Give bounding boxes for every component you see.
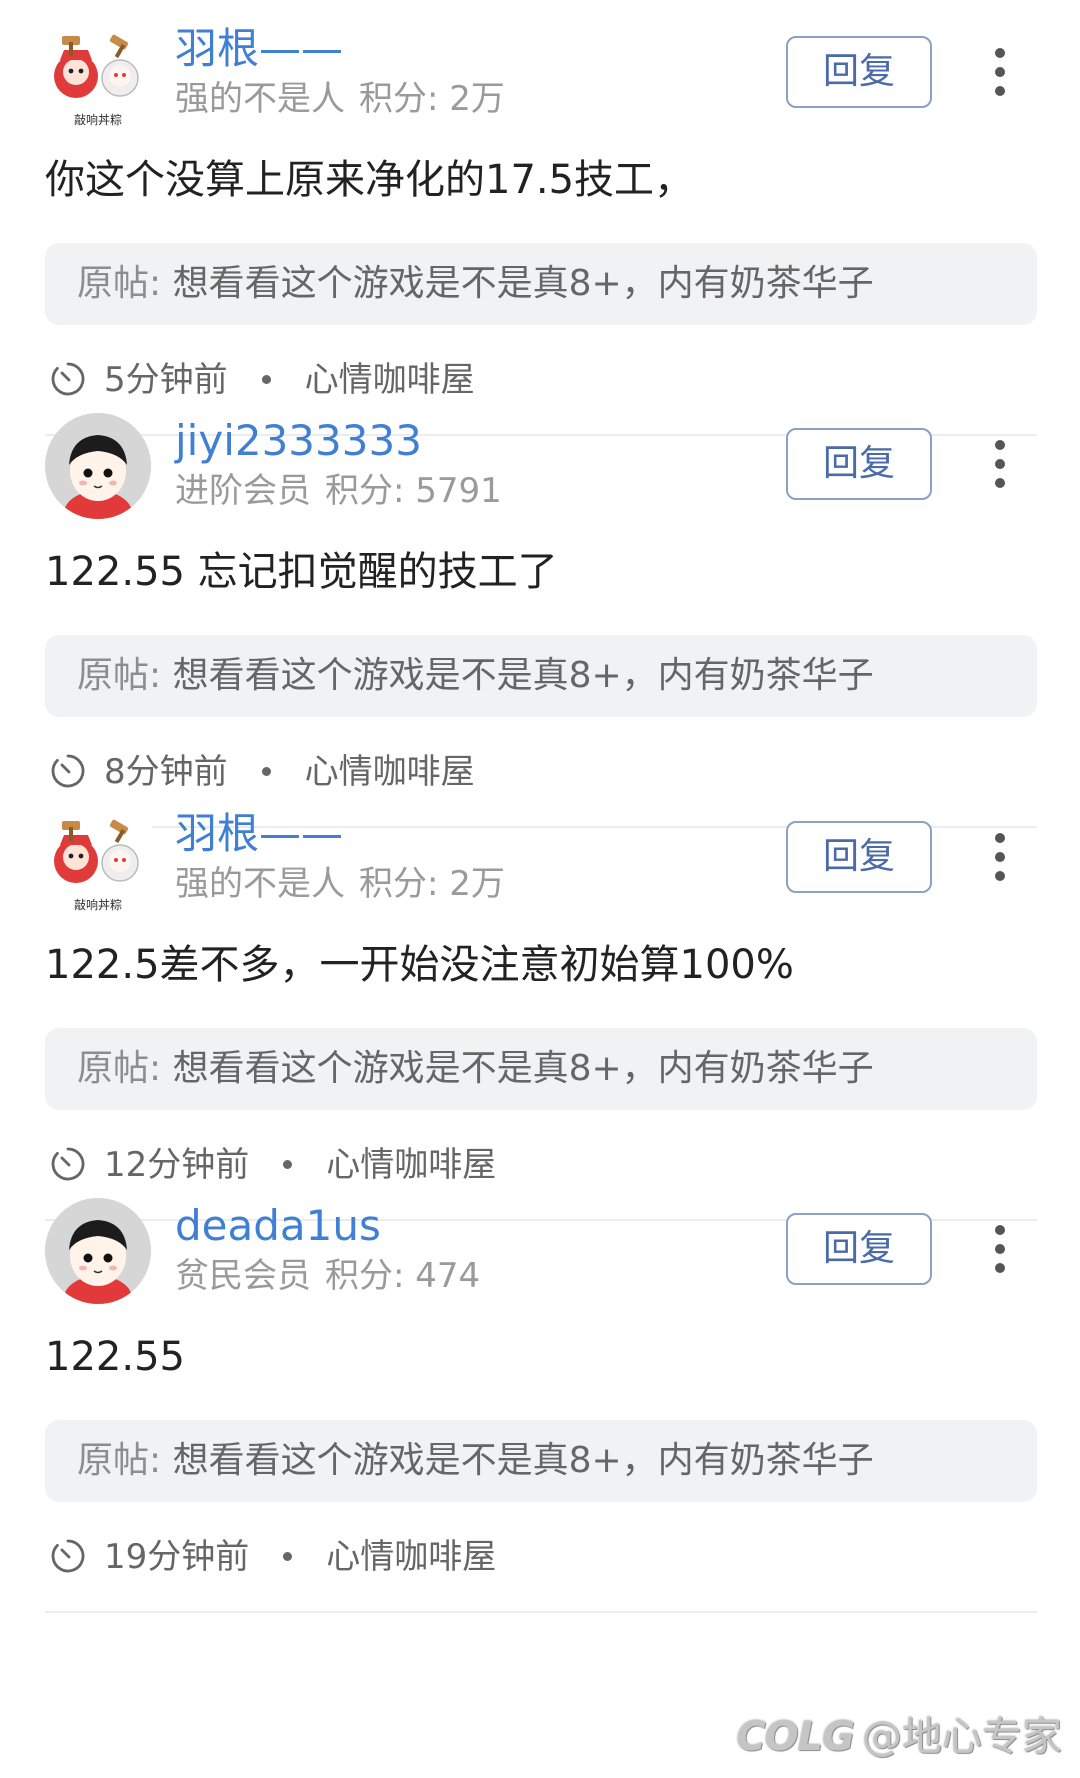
svg-text:敲响丼粽: 敲响丼粽 [74, 112, 122, 127]
quoted-post[interactable]: 原帖: 想看看这个游戏是不是真8+，内有奶茶华子 [45, 1420, 1037, 1502]
avatar-default-face [45, 413, 151, 519]
comment-item: 敲响丼粽 羽根—— 强的不是人 积分: 2万 回复 你这个没算上原来净化的17.5… [0, 0, 1080, 446]
quote-label: 原帖: [77, 1440, 162, 1481]
reply-button[interactable]: 回复 [786, 821, 932, 893]
username[interactable]: 羽根—— [175, 20, 343, 78]
user-score: 积分: 474 [325, 1256, 481, 1296]
post-time: 19分钟前 [104, 1537, 250, 1577]
comment-item: deada1us 贫民会员 积分: 474 回复 122.55 原帖: 想看看这个… [0, 1177, 1080, 1623]
reply-button[interactable]: 回复 [786, 36, 932, 108]
quoted-post[interactable]: 原帖: 想看看这个游戏是不是真8+，内有奶茶华子 [45, 635, 1037, 717]
more-options-icon[interactable] [980, 48, 1020, 96]
board-name[interactable]: 心情咖啡屋 [326, 1537, 496, 1577]
more-options-icon[interactable] [980, 1225, 1020, 1273]
user-meta: 强的不是人 积分: 2万 [175, 76, 505, 122]
comment-text: 122.55 [45, 1334, 185, 1380]
comment-feed: 敲响丼粽 羽根—— 强的不是人 积分: 2万 回复 你这个没算上原来净化的17.5… [0, 0, 1080, 1778]
user-score: 积分: 2万 [359, 864, 505, 904]
separator-dot [261, 374, 271, 384]
watermark-logo: COLG [736, 1714, 855, 1760]
divider [45, 1611, 1037, 1613]
comment-text: 122.5差不多，一开始没注意初始算100% [45, 942, 794, 988]
watermark-handle: @地心专家 [862, 1714, 1062, 1760]
quote-text: 想看看这个游戏是不是真8+，内有奶茶华子 [172, 1048, 874, 1089]
avatar-default-face [45, 1198, 151, 1304]
more-options-icon[interactable] [980, 833, 1020, 881]
comment-text: 122.55 忘记扣觉醒的技工了 [45, 549, 558, 595]
quote-text: 想看看这个游戏是不是真8+，内有奶茶华子 [172, 655, 874, 696]
clock-icon [51, 754, 85, 787]
user-rank: 进阶会员 [175, 471, 311, 511]
user-rank: 贫民会员 [175, 1256, 311, 1296]
user-rank: 强的不是人 [175, 864, 345, 904]
quote-text: 想看看这个游戏是不是真8+，内有奶茶华子 [172, 1440, 874, 1481]
separator-dot [283, 1551, 293, 1561]
quoted-post[interactable]: 原帖: 想看看这个游戏是不是真8+，内有奶茶华子 [45, 1028, 1037, 1110]
quoted-post[interactable]: 原帖: 想看看这个游戏是不是真8+，内有奶茶华子 [45, 243, 1037, 325]
separator-dot [283, 1159, 293, 1169]
username[interactable]: jiyi2333333 [175, 412, 422, 470]
user-score: 积分: 5791 [325, 471, 502, 511]
quote-label: 原帖: [77, 263, 162, 304]
avatar-stamp-image: 敲响丼粽 [44, 22, 152, 130]
quote-text: 想看看这个游戏是不是真8+，内有奶茶华子 [172, 263, 874, 304]
avatar-stamp-image: 敲响丼粽 [44, 807, 152, 915]
comment-footer: 19分钟前 心情咖啡屋 [50, 1529, 496, 1585]
quote-label: 原帖: [77, 1048, 162, 1089]
more-options-icon[interactable] [980, 440, 1020, 488]
user-meta: 贫民会员 积分: 474 [175, 1253, 480, 1299]
user-rank: 强的不是人 [175, 79, 345, 119]
avatar[interactable] [45, 1198, 151, 1304]
comment-item: jiyi2333333 进阶会员 积分: 5791 回复 122.55 忘记扣觉醒… [0, 392, 1080, 838]
svg-text:敲响丼粽: 敲响丼粽 [74, 897, 122, 912]
username[interactable]: 羽根—— [175, 805, 343, 863]
avatar[interactable] [45, 413, 151, 519]
watermark: COLG @地心专家 [736, 1704, 1062, 1762]
avatar[interactable]: 敲响丼粽 [44, 22, 152, 130]
comment-text: 你这个没算上原来净化的17.5技工， [45, 157, 695, 203]
user-meta: 进阶会员 积分: 5791 [175, 468, 502, 514]
separator-dot [261, 766, 271, 776]
reply-button[interactable]: 回复 [786, 1213, 932, 1285]
user-meta: 强的不是人 积分: 2万 [175, 861, 505, 907]
username[interactable]: deada1us [175, 1197, 381, 1255]
reply-button[interactable]: 回复 [786, 428, 932, 500]
comment-item: 敲响丼粽 羽根—— 强的不是人 积分: 2万 回复 122.5差不多，一开始没注意… [0, 785, 1080, 1231]
user-score: 积分: 2万 [359, 79, 505, 119]
avatar[interactable]: 敲响丼粽 [44, 807, 152, 915]
quote-label: 原帖: [77, 655, 162, 696]
clock-icon [51, 1539, 85, 1572]
